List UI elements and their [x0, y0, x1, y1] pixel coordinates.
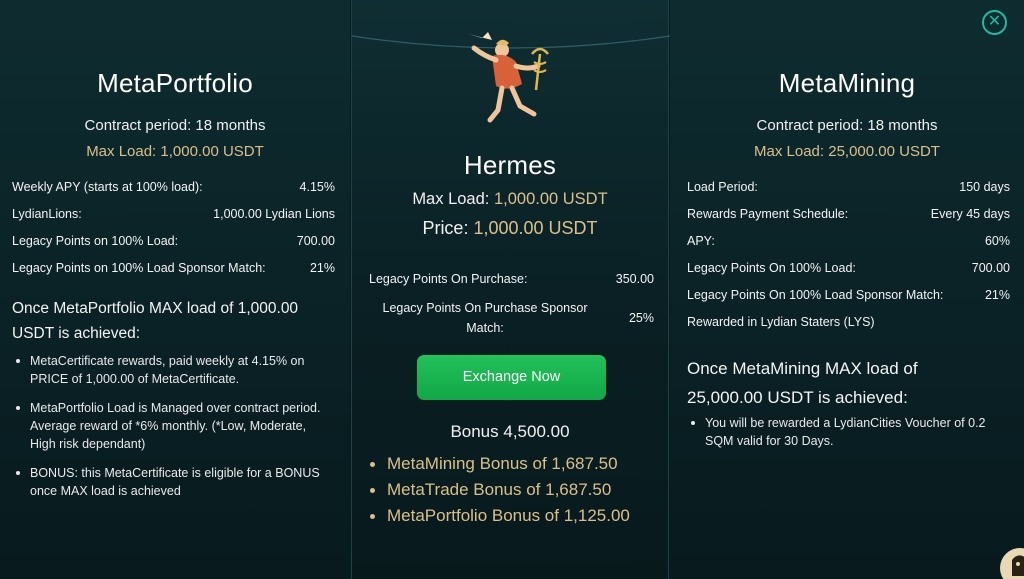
panel-title: Hermes: [463, 150, 557, 180]
bonus-list: MetaMining Bonus of 1,687.50 MetaTrade B…: [369, 451, 630, 529]
max-load: Max Load: 25,000.00 USDT: [754, 143, 940, 160]
row-label: Legacy Points On 100% Load Sponsor Match…: [687, 288, 944, 302]
row-value: 150 days: [959, 180, 1010, 194]
reward-list: MetaCertificate rewards, paid weekly at …: [12, 352, 330, 511]
row-value: Every 45 days: [930, 207, 1010, 221]
info-row: Legacy Points On 100% Load Sponsor Match…: [687, 288, 1010, 302]
info-row: Legacy Points on 100% Load Sponsor Match…: [12, 261, 335, 275]
list-item: MetaPortfolio Load is Managed over contr…: [12, 399, 330, 453]
list-item: BONUS: this MetaCertificate is eligible …: [12, 464, 330, 500]
list-item: You will be rewarded a LydianCities Vouc…: [687, 414, 1012, 450]
price-label: Price:: [422, 218, 469, 238]
info-row: Rewards Payment Schedule: Every 45 days: [687, 207, 1010, 221]
row-label: Legacy Points On Purchase Sponsor Match:: [382, 301, 588, 335]
info-row: Weekly APY (starts at 100% load): 4.15%: [12, 180, 335, 194]
row-value: 350.00: [615, 272, 654, 286]
list-item: MetaCertificate rewards, paid weekly at …: [12, 352, 330, 388]
row-value: 4.15%: [299, 180, 335, 194]
info-row: Load Period: 150 days: [687, 180, 1010, 194]
info-row: LydianLions: 1,000.00 Lydian Lions: [12, 207, 335, 221]
info-row: Legacy Points on 100% Load: 700.00: [12, 234, 335, 248]
achievement-heading: Once MetaMining MAX load of 25,000.00 US…: [687, 354, 1017, 412]
heading-line: Once MetaMining MAX load of: [687, 359, 918, 378]
panel-title: MetaPortfolio: [97, 68, 253, 98]
list-item: MetaMining Bonus of 1,687.50: [369, 451, 630, 477]
info-row: Legacy Points On Purchase: 350.00: [369, 272, 654, 286]
price-value: 1,000.00 USDT: [473, 218, 598, 238]
heading-line: USDT is achieved:: [12, 325, 141, 342]
row-label: Legacy Points on 100% Load:: [12, 234, 179, 248]
reward-list: You will be rewarded a LydianCities Vouc…: [687, 414, 1012, 461]
contract-period: Contract period: 18 months: [756, 117, 938, 134]
heading-line: 25,000.00 USDT is achieved:: [687, 388, 908, 407]
row-value: 60%: [984, 234, 1010, 248]
close-icon[interactable]: ✕: [982, 10, 1007, 35]
price: Price: 1,000.00 USDT: [352, 218, 668, 239]
row-value: 700.00: [296, 234, 335, 248]
panel-title: MetaMining: [778, 68, 916, 98]
info-row: Legacy Points On 100% Load: 700.00: [687, 261, 1010, 275]
info-row: Legacy Points On Purchase Sponsor Match:…: [369, 298, 655, 338]
max-load-label: Max Load:: [412, 190, 490, 208]
row-value: 700.00: [971, 261, 1010, 275]
max-load-value: 1,000.00 USDT: [493, 190, 608, 208]
row-label: Rewarded in Lydian Staters (LYS): [687, 315, 875, 329]
row-label: Load Period:: [687, 180, 758, 194]
info-row: APY: 60%: [687, 234, 1010, 248]
row-label: Legacy Points On 100% Load:: [687, 261, 856, 275]
max-load: Max Load: 1,000.00 USDT: [352, 190, 668, 209]
row-label: APY:: [687, 234, 715, 248]
heading-line: Once MetaPortfolio MAX load of 1,000.00: [12, 300, 299, 317]
row-label: Rewards Payment Schedule:: [687, 207, 849, 221]
hermes-illustration: [468, 32, 549, 123]
list-item: MetaTrade Bonus of 1,687.50: [369, 477, 630, 503]
row-label: LydianLions:: [12, 207, 82, 221]
row-value: 21%: [309, 261, 335, 275]
max-load: Max Load: 1,000.00 USDT: [86, 143, 264, 160]
info-row: Rewarded in Lydian Staters (LYS): [687, 315, 1010, 329]
exchange-now-button[interactable]: Exchange Now: [417, 355, 606, 400]
metaportfolio-panel: MetaPortfolio Contract period: 18 months…: [0, 0, 350, 579]
row-value: 25%: [628, 311, 654, 325]
chat-avatar-icon[interactable]: [998, 546, 1024, 579]
achievement-heading: Once MetaPortfolio MAX load of 1,000.00 …: [12, 296, 342, 346]
list-item: MetaPortfolio Bonus of 1,125.00: [369, 503, 630, 529]
hermes-panel: Hermes Max Load: 1,000.00 USDT Price: 1,…: [351, 0, 670, 579]
row-label: Weekly APY (starts at 100% load):: [12, 180, 203, 194]
row-label: Legacy Points on 100% Load Sponsor Match…: [12, 261, 266, 275]
row-value: 1,000.00 Lydian Lions: [213, 207, 335, 221]
row-label: Legacy Points On Purchase:: [369, 272, 528, 286]
metamining-panel: MetaMining Contract period: 18 months Ma…: [670, 0, 1024, 579]
bonus-title: Bonus 4,500.00: [450, 422, 570, 441]
row-value: 21%: [984, 288, 1010, 302]
contract-period: Contract period: 18 months: [84, 117, 266, 134]
